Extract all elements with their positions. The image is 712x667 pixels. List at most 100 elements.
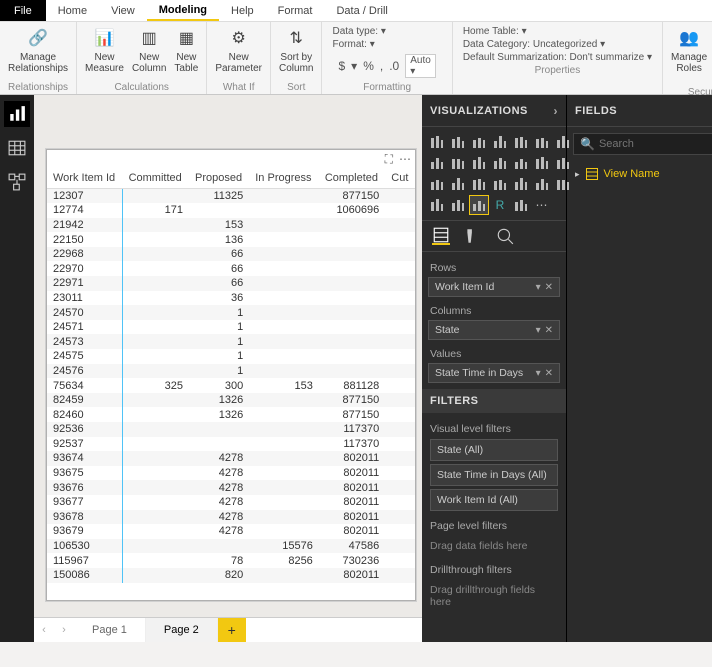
table-row[interactable]: 92537117370 — [47, 437, 415, 452]
tab-data-drill[interactable]: Data / Drill — [324, 0, 399, 21]
table-row[interactable]: 936774278802011 — [47, 495, 415, 510]
decimal-decrease-icon[interactable]: .0 — [389, 59, 399, 73]
field-dropdown-icon[interactable]: ▾ — [536, 368, 541, 379]
values-well-field[interactable]: State Time in Days▾✕ — [428, 363, 560, 383]
file-menu[interactable]: File — [0, 0, 46, 21]
data-category-dropdown[interactable]: ▾ — [600, 39, 605, 50]
table-row[interactable]: 245731 — [47, 334, 415, 349]
viz-filled-map-icon[interactable] — [449, 175, 467, 193]
manage-roles-button[interactable]: 👥Manage Roles — [667, 24, 711, 87]
new-parameter-button[interactable]: ⚙New Parameter — [211, 24, 266, 82]
table-row[interactable]: 2297066 — [47, 261, 415, 276]
filter-state[interactable]: State (All) — [430, 439, 558, 461]
percent-button[interactable]: % — [363, 59, 374, 73]
field-dropdown-icon[interactable]: ▾ — [536, 325, 541, 336]
viz-clustered-column-icon[interactable] — [491, 133, 509, 151]
viz-card-icon[interactable] — [512, 175, 530, 193]
table-row[interactable]: 21942153 — [47, 218, 415, 233]
data-type-dropdown[interactable]: ▾ — [381, 26, 386, 37]
viz-line-icon[interactable] — [512, 133, 530, 151]
table-row[interactable]: 2301136 — [47, 291, 415, 306]
filter-state-time[interactable]: State Time in Days (All) — [430, 464, 558, 486]
comma-button[interactable]: , — [380, 59, 383, 73]
model-view-button[interactable] — [4, 169, 30, 195]
table-row[interactable]: 75634325300153881128 — [47, 378, 415, 393]
field-remove-icon[interactable]: ✕ — [545, 325, 553, 336]
field-table-item[interactable]: ▸ View Name — [573, 165, 712, 183]
viz-waterfall-icon[interactable] — [470, 154, 488, 172]
fields-tab-icon[interactable] — [432, 227, 450, 245]
viz-py-visual-icon[interactable] — [512, 196, 530, 214]
report-view-button[interactable] — [4, 101, 30, 127]
table-row[interactable]: 824601326877150 — [47, 407, 415, 422]
tab-help[interactable]: Help — [219, 0, 266, 21]
new-measure-button[interactable]: 📊New Measure — [81, 24, 128, 82]
visual-more-icon[interactable]: ⋯ — [399, 152, 411, 166]
table-row[interactable]: 936784278802011 — [47, 510, 415, 525]
fields-search[interactable]: 🔍 — [573, 133, 712, 155]
auto-decimals-box[interactable]: Auto ▾ — [405, 54, 436, 78]
viz-scatter-icon[interactable] — [491, 154, 509, 172]
viz-table-icon[interactable] — [449, 196, 467, 214]
table-row[interactable]: 936744278802011 — [47, 451, 415, 466]
viz-funnel-icon[interactable] — [470, 175, 488, 193]
viz-clustered-bar-icon[interactable] — [449, 133, 467, 151]
matrix-scroll[interactable]: Work Item IdCommittedProposedIn Progress… — [47, 168, 415, 600]
fields-header[interactable]: FIELDS› — [567, 95, 712, 127]
table-row[interactable]: 115967788256730236 — [47, 553, 415, 568]
viz-gauge-icon[interactable] — [491, 175, 509, 193]
viz-slicer-icon[interactable] — [428, 196, 446, 214]
field-remove-icon[interactable]: ✕ — [545, 368, 553, 379]
page-next-button[interactable]: › — [54, 618, 74, 642]
table-row[interactable]: 245701 — [47, 305, 415, 320]
tab-format[interactable]: Format — [266, 0, 325, 21]
table-row[interactable]: 2297166 — [47, 276, 415, 291]
analytics-tab-icon[interactable] — [496, 227, 514, 245]
matrix-visual[interactable]: ⛶ ⋯ Work Item IdCommittedProposedIn Prog… — [46, 149, 416, 601]
viz-stacked-column-icon[interactable] — [470, 133, 488, 151]
column-header[interactable]: Cut — [385, 168, 415, 189]
column-header[interactable]: Committed — [123, 168, 189, 189]
table-row[interactable]: 824591326877150 — [47, 393, 415, 408]
data-view-button[interactable] — [4, 135, 30, 161]
format-dropdown[interactable]: ▾ — [370, 39, 375, 50]
filter-work-item-id[interactable]: Work Item Id (All) — [430, 489, 558, 511]
page-tab-2[interactable]: Page 2 — [146, 618, 218, 642]
expand-icon[interactable]: ▸ — [575, 169, 580, 180]
focus-mode-icon[interactable]: ⛶ — [385, 152, 393, 167]
format-tab-icon[interactable] — [464, 227, 482, 245]
columns-well-field[interactable]: State▾✕ — [428, 320, 560, 340]
viz-line-column-icon[interactable] — [428, 154, 446, 172]
add-page-button[interactable]: + — [218, 618, 246, 642]
fields-search-input[interactable] — [599, 138, 712, 150]
default-summ-dropdown[interactable]: ▾ — [647, 52, 652, 63]
table-row[interactable]: 22150136 — [47, 232, 415, 247]
column-header[interactable]: Proposed — [189, 168, 249, 189]
table-row[interactable]: 936754278802011 — [47, 466, 415, 481]
viz-donut-icon[interactable] — [533, 154, 551, 172]
viz-stacked-bar-icon[interactable] — [428, 133, 446, 151]
table-row[interactable]: 936764278802011 — [47, 480, 415, 495]
currency-dropdown-icon[interactable]: ▾ — [351, 59, 357, 73]
column-header[interactable]: Work Item Id — [47, 168, 123, 189]
table-row[interactable]: 92536117370 — [47, 422, 415, 437]
table-row[interactable]: 1230711325877150 — [47, 189, 415, 204]
viz-multi-card-icon[interactable] — [533, 175, 551, 193]
viz-pie-icon[interactable] — [512, 154, 530, 172]
column-header[interactable]: Completed — [319, 168, 385, 189]
viz-r-visual-icon[interactable]: R — [491, 196, 509, 214]
table-row[interactable]: 245711 — [47, 320, 415, 335]
viz-matrix-icon[interactable] — [470, 196, 488, 214]
table-row[interactable]: 1065301557647586 — [47, 539, 415, 554]
tab-home[interactable]: Home — [46, 0, 99, 21]
table-row[interactable]: 245751 — [47, 349, 415, 364]
field-remove-icon[interactable]: ✕ — [545, 282, 553, 293]
table-row[interactable]: 936794278802011 — [47, 524, 415, 539]
manage-relationships-button[interactable]: 🔗 Manage Relationships — [4, 24, 72, 82]
rows-well-field[interactable]: Work Item Id▾✕ — [428, 277, 560, 297]
home-table-dropdown[interactable]: ▾ — [522, 26, 527, 37]
column-header[interactable]: In Progress — [249, 168, 319, 189]
page-tab-1[interactable]: Page 1 — [74, 618, 146, 642]
viz-more-icon[interactable]: ⋯ — [533, 196, 551, 214]
new-table-button[interactable]: ▦New Table — [170, 24, 202, 82]
